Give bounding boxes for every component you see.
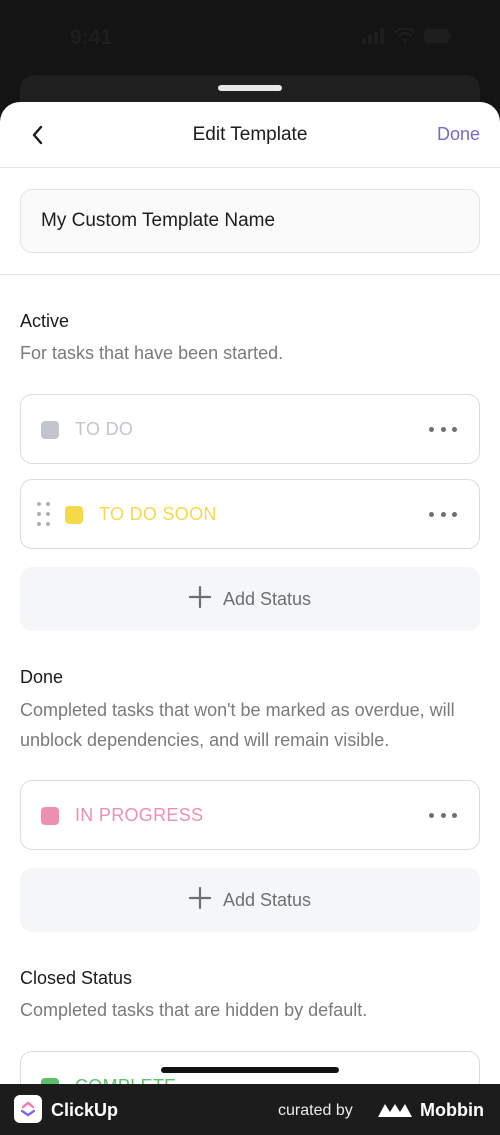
page-title: Edit Template bbox=[192, 124, 308, 145]
plus-icon bbox=[188, 885, 212, 915]
system-icons bbox=[362, 28, 452, 44]
status-label: TO DO bbox=[75, 419, 134, 439]
done-group-description: Completed tasks that won't be marked as … bbox=[20, 700, 455, 750]
edit-template-sheet: Edit Template Done Active For tasks that… bbox=[0, 102, 500, 1084]
status-label: IN PROGRESS bbox=[75, 805, 204, 825]
clickup-logo-icon bbox=[14, 1095, 42, 1123]
wifi-icon bbox=[394, 28, 416, 43]
add-status-button[interactable]: Add Status bbox=[20, 868, 480, 932]
status-label: TO DO SOON bbox=[99, 504, 217, 524]
status-color-swatch bbox=[41, 807, 59, 825]
closed-group-description: Completed tasks that are hidden by defau… bbox=[20, 1000, 368, 1020]
more-horizontal-icon[interactable] bbox=[429, 805, 457, 825]
status-card-in-progress[interactable]: IN PROGRESS bbox=[20, 780, 480, 850]
group-title: Done bbox=[20, 667, 64, 687]
template-name-input[interactable] bbox=[20, 189, 480, 253]
status-color-swatch bbox=[41, 421, 59, 439]
battery-icon bbox=[424, 29, 452, 43]
group-title: Active bbox=[20, 311, 70, 331]
add-status-button[interactable]: Add Status bbox=[20, 567, 480, 631]
curated-by-label: curated by bbox=[278, 1102, 353, 1119]
template-name-section bbox=[0, 168, 500, 275]
more-horizontal-icon[interactable] bbox=[429, 419, 457, 439]
status-card-to-do[interactable]: TO DO bbox=[20, 394, 480, 464]
nav-bar: Edit Template Done bbox=[0, 102, 500, 168]
app-name: ClickUp bbox=[51, 1100, 119, 1120]
status-label: COMPLETE bbox=[75, 1076, 176, 1084]
group-description: For tasks that have been started. bbox=[20, 343, 284, 363]
plus-icon bbox=[188, 584, 212, 614]
mobbin-logo-icon bbox=[378, 1104, 412, 1117]
add-status-label: Add Status bbox=[222, 588, 312, 609]
more-horizontal-icon[interactable] bbox=[429, 504, 457, 524]
cellular-signal-icon bbox=[362, 28, 384, 44]
status-bar: 9:41 bbox=[0, 0, 500, 75]
sheet-grabber[interactable] bbox=[218, 85, 282, 91]
drag-handle-icon[interactable] bbox=[37, 502, 51, 528]
attribution-footer: ClickUp curated by Mobbin bbox=[0, 1084, 500, 1135]
status-color-swatch bbox=[65, 506, 83, 524]
status-time: 9:41 bbox=[70, 26, 113, 49]
status-card-to-do-soon[interactable]: TO DO SOON bbox=[20, 479, 480, 549]
home-indicator bbox=[161, 1067, 339, 1073]
closed-group-title: Closed Status bbox=[20, 968, 133, 988]
add-status-label: Add Status bbox=[222, 889, 312, 910]
mobbin-brand: Mobbin bbox=[420, 1100, 484, 1120]
done-button[interactable]: Done bbox=[437, 124, 480, 145]
